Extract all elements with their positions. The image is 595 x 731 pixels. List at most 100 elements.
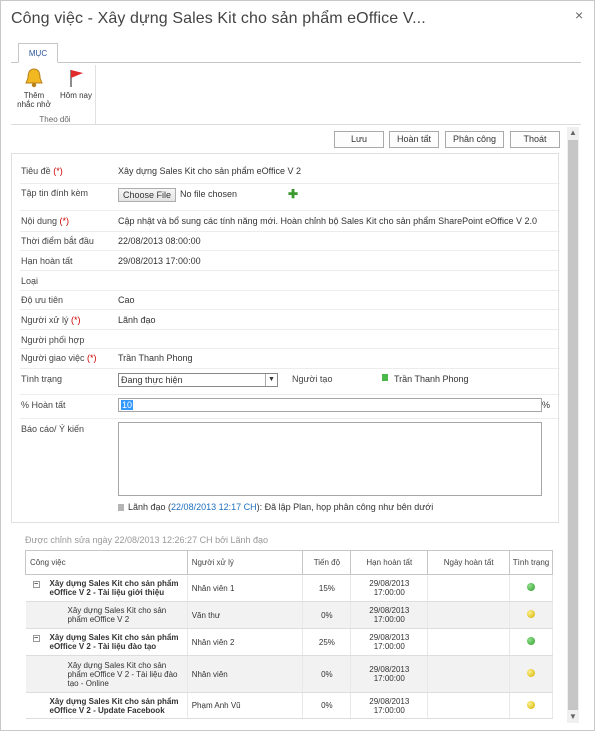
collapse-icon[interactable]: − bbox=[32, 581, 40, 588]
col-header-progress[interactable]: Tiến độ bbox=[302, 550, 352, 575]
status-yellow-icon bbox=[527, 700, 536, 709]
row-coordinator: Người phối hợp bbox=[20, 330, 560, 349]
row-deadline: Hạn hoàn tất 29/08/2013 17:00:00 bbox=[20, 251, 560, 271]
title-label: Tiêu đề bbox=[21, 166, 51, 176]
subtask-table: Công việc Người xử lý Tiến độ Hạn hoàn t… bbox=[25, 550, 553, 719]
table-row[interactable]: Xây dựng Sales Kit cho sản phẩm eOffice … bbox=[25, 601, 553, 629]
attachment-label: Tập tin đính kèm bbox=[21, 188, 89, 198]
table-row[interactable]: Xây dựng Sales Kit cho sản phẩm eOffice … bbox=[25, 655, 553, 693]
status-label: Tình trạng bbox=[21, 374, 63, 384]
row-assigner: Người giao việc (*) Trần Thanh Phong bbox=[20, 349, 560, 369]
modified-note: Được chỉnh sửa ngày 22/08/2013 12:26:27 … bbox=[25, 535, 269, 545]
assigner-value: Trần Thanh Phong bbox=[118, 353, 193, 363]
col-header-handler[interactable]: Người xử lý bbox=[186, 550, 304, 575]
ribbon-group-label: Theo dõi bbox=[39, 115, 71, 124]
required-mark: (*) bbox=[70, 315, 81, 325]
task-deadline: 29/08/2013 17:00:00 bbox=[350, 574, 429, 602]
creator-value: Trần Thanh Phong bbox=[394, 374, 469, 384]
col-header-deadline[interactable]: Hạn hoàn tất bbox=[350, 550, 429, 575]
user-presence-icon bbox=[118, 504, 124, 511]
table-row[interactable]: Xây dựng Sales Kit cho sản phẩm eOffice … bbox=[25, 692, 553, 719]
choose-file-button[interactable]: Choose File bbox=[118, 188, 177, 202]
add-attachment-icon[interactable]: ✚ bbox=[288, 187, 298, 201]
collapse-icon[interactable]: − bbox=[32, 635, 40, 642]
comment-date-link[interactable]: 22/08/2013 12:17 CH bbox=[171, 502, 257, 512]
status-yellow-icon bbox=[527, 610, 536, 618]
required-mark: (*) bbox=[59, 216, 70, 226]
col-header-task[interactable]: Công việc bbox=[25, 550, 188, 575]
row-status: Tình trạng Đang thực hiện ▼ Người tạo Tr… bbox=[20, 369, 560, 395]
task-handler: Phạm Anh Vũ bbox=[187, 692, 304, 719]
comment-entry: Lãnh đạo (22/08/2013 12:17 CH): Đã lập P… bbox=[118, 502, 433, 512]
task-deadline: 29/08/2013 17:00:00 bbox=[350, 692, 429, 719]
start-label: Thời điểm bắt đầu bbox=[21, 236, 94, 246]
row-title: Tiêu đề (*) Xây dựng Sales Kit cho sản p… bbox=[20, 160, 560, 184]
task-progress: 0% bbox=[302, 692, 352, 719]
type-label: Loại bbox=[21, 276, 39, 286]
col-header-status[interactable]: Tình trạng bbox=[509, 550, 553, 575]
coordinator-label: Người phối hợp bbox=[21, 335, 85, 345]
ribbon: MỤC Thêm nhắc nhở Hôm nay Theo dõi bbox=[11, 43, 581, 125]
percent-input[interactable]: 10 bbox=[118, 398, 542, 412]
task-handler: Văn thư bbox=[187, 601, 304, 629]
table-row[interactable]: − Xây dựng Sales Kit cho sản phẩm eOffice… bbox=[25, 574, 553, 602]
exit-button[interactable]: Thoát bbox=[510, 131, 560, 148]
task-name[interactable]: Xây dựng Sales Kit cho sản phẩm eOffice … bbox=[50, 579, 179, 597]
bell-icon bbox=[25, 68, 43, 88]
row-report: Báo cáo/ Ý kiến Lãnh đạo (22/08/2013 12:… bbox=[20, 419, 560, 523]
creator-label: Người tạo bbox=[292, 374, 333, 384]
task-progress: 0% bbox=[302, 655, 352, 693]
col-header-done[interactable]: Ngày hoàn tất bbox=[427, 550, 511, 575]
complete-button[interactable]: Hoàn tất bbox=[389, 131, 439, 148]
status-green-icon bbox=[527, 637, 536, 645]
priority-value: Cao bbox=[118, 295, 135, 305]
user-presence-icon bbox=[382, 374, 388, 381]
task-form: Tiêu đề (*) Xây dựng Sales Kit cho sản p… bbox=[11, 153, 560, 523]
task-handler: Nhân viên 1 bbox=[187, 574, 304, 602]
row-type: Loại bbox=[20, 271, 560, 291]
row-attachment: Tập tin đính kèm Choose File No file cho… bbox=[20, 184, 560, 211]
row-percent: % Hoàn tất 10 % bbox=[20, 395, 560, 419]
comment-author: Lãnh đạo bbox=[128, 502, 166, 512]
today-button[interactable]: Hôm nay bbox=[56, 67, 96, 100]
flag-icon bbox=[70, 70, 83, 87]
chevron-down-icon[interactable]: ▼ bbox=[265, 374, 277, 386]
scroll-thumb[interactable] bbox=[568, 140, 578, 710]
task-name[interactable]: Xây dựng Sales Kit cho sản phẩm eOffice … bbox=[25, 601, 188, 629]
task-deadline: 29/08/2013 17:00:00 bbox=[350, 655, 429, 693]
task-name[interactable]: Xây dựng Sales Kit cho sản phẩm eOffice … bbox=[25, 692, 188, 719]
task-done-date bbox=[427, 692, 511, 719]
scroll-down-icon[interactable]: ▼ bbox=[567, 711, 579, 723]
priority-label: Độ ưu tiên bbox=[21, 295, 64, 305]
row-start: Thời điểm bắt đầu 22/08/2013 08:00:00 bbox=[20, 232, 560, 251]
task-deadline: 29/08/2013 17:00:00 bbox=[350, 601, 429, 629]
required-mark: (*) bbox=[86, 353, 97, 363]
start-value: 22/08/2013 08:00:00 bbox=[118, 236, 201, 246]
task-done-date bbox=[427, 655, 511, 693]
task-done-date bbox=[427, 628, 511, 656]
no-file-text: No file chosen bbox=[180, 189, 238, 199]
task-done-date bbox=[427, 601, 511, 629]
content-value: Cập nhật và bổ sung các tính năng mới. H… bbox=[118, 216, 537, 226]
status-dropdown[interactable]: Đang thực hiện ▼ bbox=[118, 373, 278, 387]
task-name[interactable]: Xây dựng Sales Kit cho sản phẩm eOffice … bbox=[50, 633, 179, 651]
task-progress: 0% bbox=[302, 601, 352, 629]
save-button[interactable]: Lưu bbox=[334, 131, 384, 148]
add-reminder-button[interactable]: Thêm nhắc nhở bbox=[14, 67, 54, 109]
table-header-row: Công việc Người xử lý Tiến độ Hạn hoàn t… bbox=[25, 550, 553, 575]
today-label: Hôm nay bbox=[59, 91, 92, 100]
scroll-up-icon[interactable]: ▲ bbox=[567, 127, 579, 139]
task-handler: Nhân viên 2 bbox=[187, 628, 304, 656]
table-row[interactable]: − Xây dựng Sales Kit cho sản phẩm eOffice… bbox=[25, 628, 553, 656]
assign-button[interactable]: Phân công bbox=[445, 131, 504, 148]
tab-muc[interactable]: MỤC bbox=[18, 43, 58, 63]
task-name[interactable]: Xây dựng Sales Kit cho sản phẩm eOffice … bbox=[25, 655, 188, 693]
ribbon-group-theo-doi: Thêm nhắc nhở Hôm nay Theo dõi bbox=[14, 65, 96, 125]
close-icon[interactable]: × bbox=[575, 7, 583, 23]
report-textarea[interactable] bbox=[118, 422, 542, 496]
status-green-icon bbox=[527, 583, 536, 591]
deadline-label: Hạn hoàn tất bbox=[21, 256, 73, 266]
vertical-scrollbar[interactable]: ▲ ▼ bbox=[567, 127, 579, 723]
deadline-value: 29/08/2013 17:00:00 bbox=[118, 256, 201, 266]
percent-unit: % bbox=[542, 400, 551, 410]
